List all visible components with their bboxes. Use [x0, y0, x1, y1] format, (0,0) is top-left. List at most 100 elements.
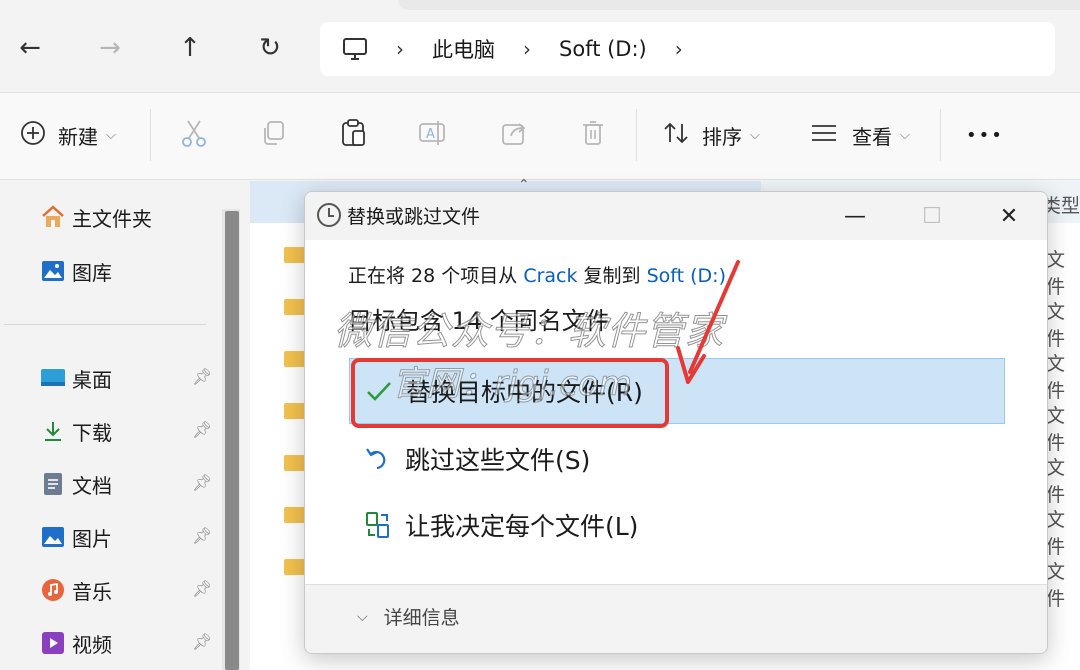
pin-icon[interactable]: 📌︎ [192, 473, 212, 492]
music-icon [40, 577, 66, 603]
row-type-text: 文件 [1046, 509, 1066, 558]
more-options-icon: ••• [966, 124, 1004, 146]
maximize-button[interactable]: ☐ [912, 200, 952, 232]
source-folder-link[interactable]: Crack [523, 265, 577, 287]
compare-files-icon [365, 511, 399, 539]
dialog-footer: ⌵ 详细信息 [305, 584, 1047, 653]
folder-icon[interactable] [284, 351, 306, 367]
view-button[interactable]: 查看 ⌵ [810, 113, 910, 157]
folder-icon[interactable] [284, 247, 306, 263]
refresh-button[interactable]: ↻ [250, 28, 290, 68]
share-button[interactable] [500, 113, 528, 157]
clock-icon [317, 203, 341, 227]
sort-button[interactable]: 排序 ⌵ [662, 113, 760, 157]
row-type-text: 文件 [1046, 457, 1066, 506]
video-icon [40, 630, 66, 656]
sidebar-item-label: 主文件夹 [72, 206, 152, 231]
forward-arrow-icon: → [99, 33, 121, 63]
decide-each-file-option[interactable]: 让我决定每个文件(L) [349, 492, 1005, 558]
pin-icon[interactable]: 📌︎ [192, 632, 212, 651]
pin-icon[interactable]: 📌︎ [192, 367, 212, 386]
sidebar-item-home[interactable]: 主文件夹 [40, 199, 220, 235]
monitor-icon [342, 37, 368, 61]
destination-link[interactable]: Soft (D:) [647, 265, 726, 287]
scissors-icon [180, 118, 208, 153]
sort-label: 排序 [702, 124, 742, 149]
address-row: ← → ↑ ↻ › 此电脑 › Soft (D:) › [0, 0, 1080, 92]
chevron-right-icon[interactable]: › [523, 37, 531, 61]
rename-icon: A [418, 119, 448, 152]
folder-icon[interactable] [284, 299, 306, 315]
download-icon [40, 418, 66, 444]
pin-icon[interactable]: 📌︎ [192, 526, 212, 545]
skip-files-option[interactable]: 跳过这些文件(S) [349, 426, 1005, 492]
up-button[interactable]: ↑ [170, 28, 210, 68]
chevron-right-icon[interactable]: › [675, 37, 683, 61]
new-button[interactable]: 新建 ⌵ [20, 113, 116, 157]
sidebar-scrollbar-thumb[interactable] [225, 211, 239, 670]
copy-icon [260, 119, 288, 152]
chevron-down-icon: ⌵ [900, 127, 910, 143]
command-bar: 新建 ⌵ A 排序 ⌵ 查看 ⌵ ••• [0, 92, 1080, 180]
pin-icon[interactable]: 📌︎ [192, 420, 212, 439]
toolbar-divider [636, 109, 637, 161]
chevron-down-icon: ⌵ [106, 127, 116, 143]
toolbar-divider [150, 109, 151, 161]
back-button[interactable]: ← [10, 28, 50, 68]
folder-icon[interactable] [284, 455, 306, 471]
document-icon [40, 471, 66, 497]
more-button[interactable]: ••• [966, 113, 1004, 157]
more-details-toggle[interactable]: ⌵ 详细信息 [357, 603, 460, 630]
new-label: 新建 [58, 124, 98, 149]
highlight-box [351, 358, 669, 428]
folder-icon[interactable] [284, 403, 306, 419]
sidebar-item-label: 视频 [72, 632, 112, 657]
share-icon [500, 119, 528, 152]
skip-icon [365, 446, 399, 472]
sidebar-item-label: 图片 [72, 526, 112, 551]
sidebar-item-label: 文档 [72, 473, 112, 498]
pin-icon[interactable]: 📌︎ [192, 579, 212, 598]
copy-status-message: 正在将 28 个项目从 Crack 复制到 Soft (D:) [348, 261, 726, 288]
svg-text:A: A [426, 127, 435, 142]
folder-icon[interactable] [284, 559, 306, 575]
sidebar-item-label: 图库 [72, 260, 112, 285]
toolbar-divider [940, 109, 941, 161]
chevron-down-icon: ⌵ [750, 127, 760, 143]
rename-button[interactable]: A [418, 113, 448, 157]
plus-circle-icon [20, 120, 46, 151]
forward-button[interactable]: → [90, 28, 130, 68]
row-type-text: 文件 [1046, 353, 1066, 402]
row-type-text: 文件 [1046, 301, 1066, 350]
desktop-icon [40, 365, 66, 391]
back-arrow-icon: ← [19, 33, 41, 63]
paste-button[interactable] [340, 113, 368, 157]
delete-button[interactable] [580, 113, 606, 157]
sidebar-item-label: 桌面 [72, 367, 112, 392]
copy-button[interactable] [260, 113, 288, 157]
cut-button[interactable] [180, 113, 208, 157]
chevron-right-icon[interactable]: › [396, 37, 404, 61]
option-label: 跳过这些文件(S) [405, 446, 591, 475]
maximize-icon: ☐ [922, 203, 942, 229]
close-button[interactable]: ✕ [989, 200, 1029, 232]
sidebar-item-label: 下载 [72, 420, 112, 445]
sort-icon [662, 120, 690, 151]
message-prefix: 正在将 28 个项目从 [348, 265, 518, 287]
view-label: 查看 [852, 124, 892, 149]
pictures-icon [40, 524, 66, 550]
navigation-pane: 主文件夹 图库 桌面 📌︎ 下载 📌︎ 文档 📌︎ 图片 📌︎ 音乐 📌︎ 视频… [0, 181, 245, 670]
minimize-icon: — [844, 203, 866, 229]
address-bar[interactable]: › 此电脑 › Soft (D:) › [320, 22, 1055, 76]
trash-icon [580, 119, 606, 152]
sidebar-item-gallery[interactable]: 图库 [40, 253, 220, 289]
close-icon: ✕ [999, 203, 1019, 229]
dialog-title-bar[interactable]: 替换或跳过文件 — ☐ ✕ [305, 192, 1047, 240]
folder-icon[interactable] [284, 507, 306, 523]
tab-strip [398, 0, 1080, 10]
breadcrumb-soft-d[interactable]: Soft (D:) [559, 37, 647, 61]
refresh-icon: ↻ [259, 33, 281, 63]
option-label: 让我决定每个文件(L) [405, 512, 639, 541]
minimize-button[interactable]: — [835, 200, 875, 232]
breadcrumb-this-pc[interactable]: 此电脑 [432, 34, 495, 64]
